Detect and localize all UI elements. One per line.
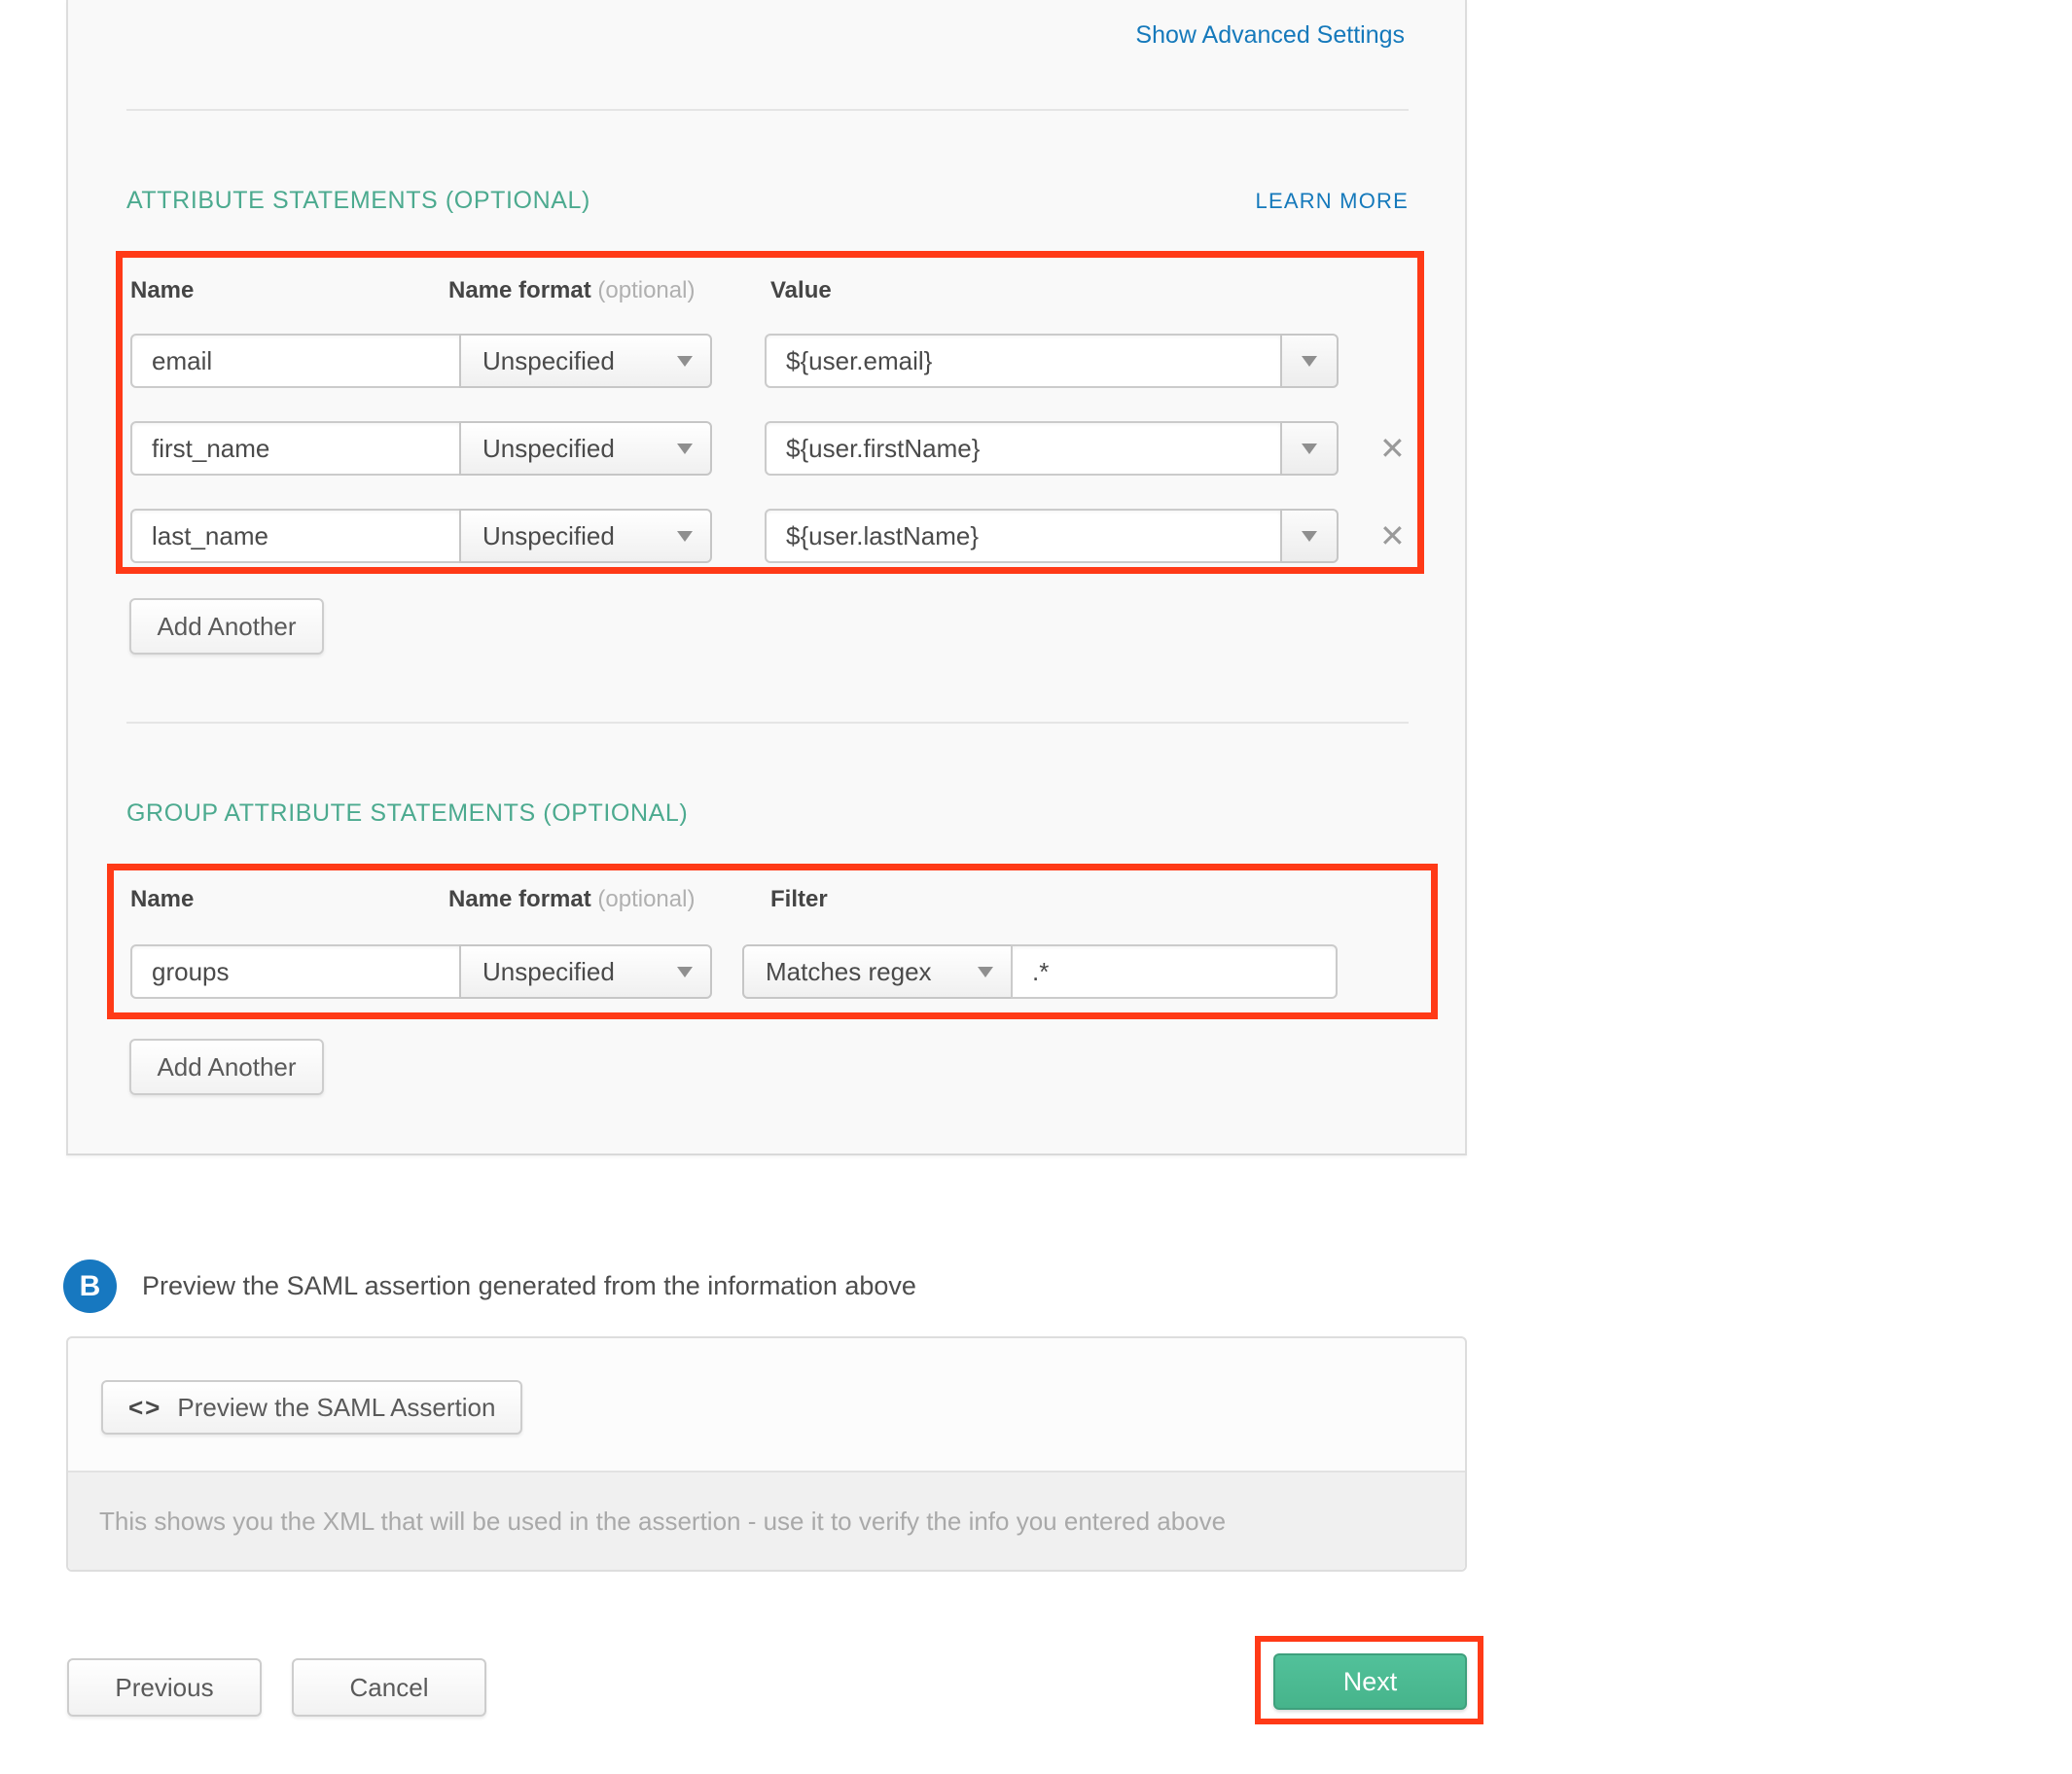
filter-type-select[interactable]: Matches regex xyxy=(742,944,1013,999)
chevron-down-icon xyxy=(1302,356,1317,367)
column-header-name: Name xyxy=(130,277,448,304)
attribute-value-input[interactable] xyxy=(765,334,1282,388)
name-format-select[interactable]: Unspecified xyxy=(459,421,712,476)
attribute-value-input[interactable] xyxy=(765,509,1282,563)
group-name-input[interactable] xyxy=(130,944,461,999)
group-attribute-row: Unspecified Matches regex xyxy=(130,944,1431,999)
step-b-badge: B xyxy=(63,1260,117,1313)
preview-assertion-panel: <> Preview the SAML Assertion This shows… xyxy=(66,1336,1467,1572)
add-another-attribute-button[interactable]: Add Another xyxy=(129,598,324,655)
expression-dropdown-button[interactable] xyxy=(1280,509,1339,563)
next-button[interactable]: Next xyxy=(1273,1653,1467,1710)
saml-settings-panel: Show Advanced Settings ATTRIBUTE STATEME… xyxy=(66,0,1467,1155)
column-header-value: Value xyxy=(770,277,832,304)
divider xyxy=(126,109,1409,111)
expression-dropdown-button[interactable] xyxy=(1280,334,1339,388)
preview-saml-assertion-button[interactable]: <> Preview the SAML Assertion xyxy=(101,1380,522,1435)
chevron-down-icon xyxy=(677,356,693,367)
step-b-text: Preview the SAML assertion generated fro… xyxy=(142,1271,916,1301)
add-another-group-attribute-button[interactable]: Add Another xyxy=(129,1039,324,1095)
highlight-box-next-button: Next xyxy=(1255,1636,1483,1724)
chevron-down-icon xyxy=(1302,531,1317,542)
previous-button[interactable]: Previous xyxy=(67,1658,262,1717)
preview-note-strip: This shows you the XML that will be used… xyxy=(68,1471,1465,1570)
expression-dropdown-button[interactable] xyxy=(1280,421,1339,476)
optional-label: (optional) xyxy=(597,886,695,912)
name-format-select[interactable]: Unspecified xyxy=(459,944,712,999)
name-format-value: Unspecified xyxy=(482,957,615,987)
learn-more-link[interactable]: LEARN MORE xyxy=(1256,189,1409,214)
highlight-box-group-attribute-statements: Name Name format (optional) Filter Unspe… xyxy=(107,864,1438,1019)
group-attribute-statements-header: GROUP ATTRIBUTE STATEMENTS (OPTIONAL) xyxy=(126,799,1409,828)
attribute-row-last-name: Unspecified ✕ xyxy=(130,509,1417,563)
remove-row-button[interactable]: ✕ xyxy=(1379,520,1406,551)
chevron-down-icon xyxy=(677,967,693,977)
divider xyxy=(126,722,1409,724)
attribute-name-input[interactable] xyxy=(130,509,461,563)
name-format-select[interactable]: Unspecified xyxy=(459,334,712,388)
code-icon: <> xyxy=(128,1393,161,1423)
chevron-down-icon xyxy=(677,444,693,454)
attribute-value-input[interactable] xyxy=(765,421,1282,476)
cancel-button[interactable]: Cancel xyxy=(292,1658,486,1717)
chevron-down-icon xyxy=(1302,444,1317,454)
remove-row-button[interactable]: ✕ xyxy=(1379,433,1406,464)
chevron-down-icon xyxy=(677,531,693,542)
attribute-statements-title: ATTRIBUTE STATEMENTS (OPTIONAL) xyxy=(126,187,590,215)
attribute-name-input[interactable] xyxy=(130,334,461,388)
step-b-heading: B Preview the SAML assertion generated f… xyxy=(63,1260,916,1313)
group-table-header: Name Name format (optional) Filter xyxy=(130,886,1431,913)
preview-button-label: Preview the SAML Assertion xyxy=(177,1393,495,1423)
optional-label: (optional) xyxy=(597,277,695,303)
remove-spacer xyxy=(1379,334,1411,388)
highlight-box-attribute-statements: Name Name format (optional) Value Unspec… xyxy=(116,251,1424,574)
name-format-value: Unspecified xyxy=(482,346,615,376)
column-header-name-format: Name format (optional) xyxy=(448,277,770,304)
column-header-filter: Filter xyxy=(770,886,828,913)
attribute-table-header: Name Name format (optional) Value xyxy=(130,277,1417,304)
group-attribute-statements-title: GROUP ATTRIBUTE STATEMENTS (OPTIONAL) xyxy=(126,799,688,828)
attribute-name-input[interactable] xyxy=(130,421,461,476)
preview-note-text: This shows you the XML that will be used… xyxy=(99,1507,1226,1537)
name-format-select[interactable]: Unspecified xyxy=(459,509,712,563)
attribute-statements-header: ATTRIBUTE STATEMENTS (OPTIONAL) LEARN MO… xyxy=(126,187,1409,215)
column-header-name-format: Name format (optional) xyxy=(448,886,770,913)
filter-value-input[interactable] xyxy=(1011,944,1338,999)
name-format-value: Unspecified xyxy=(482,521,615,551)
column-header-name: Name xyxy=(130,886,448,913)
attribute-row-first-name: Unspecified ✕ xyxy=(130,421,1417,476)
chevron-down-icon xyxy=(978,967,993,977)
attribute-row-email: Unspecified xyxy=(130,334,1417,388)
show-advanced-settings-link[interactable]: Show Advanced Settings xyxy=(1135,21,1405,50)
name-format-value: Unspecified xyxy=(482,434,615,464)
filter-type-value: Matches regex xyxy=(766,957,932,987)
